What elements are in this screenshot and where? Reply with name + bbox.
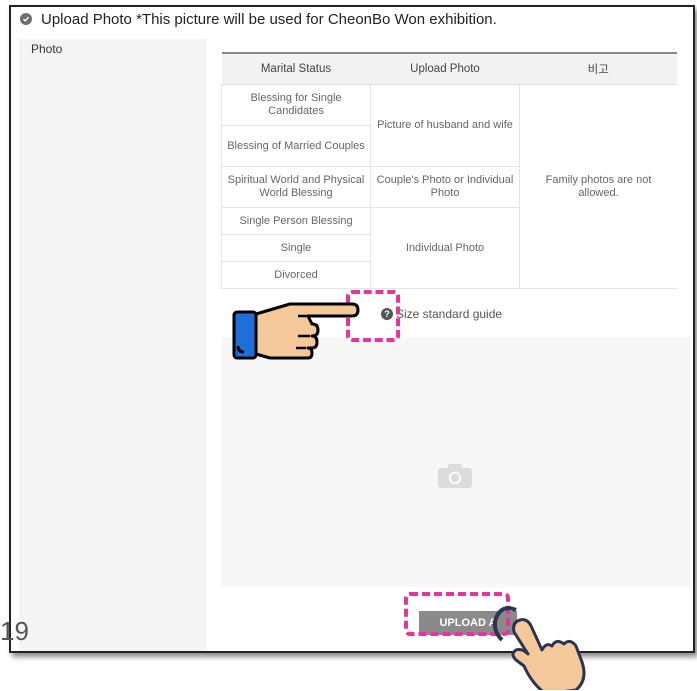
status-cell: Spiritual World and Physical World Bless… [221, 166, 371, 208]
status-cell: Single [221, 234, 371, 262]
status-cell: Divorced [221, 261, 371, 289]
label-column [19, 39, 207, 651]
photo-label: Photo [31, 42, 63, 56]
header-marital-status: Marital Status [221, 53, 371, 85]
photo-type-cell: Individual Photo [370, 207, 520, 289]
header-upload-photo: Upload Photo [370, 53, 520, 85]
check-circle-icon [20, 13, 32, 25]
status-cell: Blessing for Single Candidates [221, 84, 371, 126]
section-header: Upload Photo *This picture will be used … [11, 7, 693, 31]
photo-rules-table: Marital Status Upload Photo 비고 Blessing … [221, 52, 677, 289]
section-title: Upload Photo *This picture will be used … [41, 10, 497, 28]
note-cell: Family photos are not allowed. [519, 84, 677, 289]
photo-type-cell: Couple's Photo or Individual Photo [370, 166, 520, 208]
page-number: 19 [0, 616, 29, 646]
pointing-hand-icon [232, 302, 360, 360]
tapping-hand-icon [492, 606, 586, 690]
header-remarks: 비고 [519, 53, 677, 85]
photo-type-cell: Picture of husband and wife [370, 84, 520, 167]
size-guide-label: Size standard guide [396, 307, 503, 321]
photo-drop-area[interactable] [221, 337, 691, 587]
status-cell: Single Person Blessing [221, 207, 371, 235]
camera-icon [437, 463, 473, 494]
status-cell: Blessing of Married Couples [221, 125, 371, 167]
